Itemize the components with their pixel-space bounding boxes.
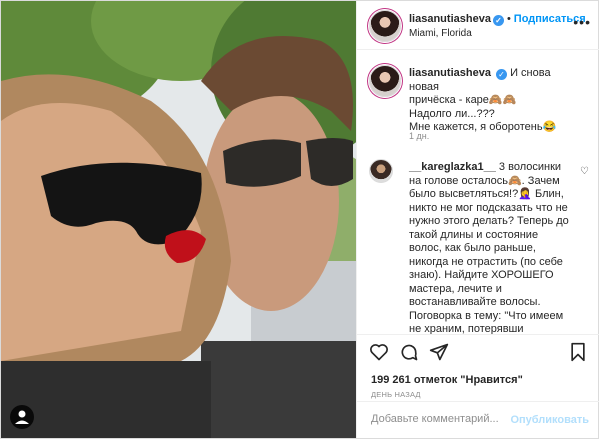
bookmark-icon[interactable] xyxy=(569,342,587,367)
caption-avatar[interactable] xyxy=(369,65,401,97)
comment-like-icon[interactable]: ♡ xyxy=(580,166,589,177)
author-username[interactable]: liasanutiasheva xyxy=(409,13,491,25)
comment-body: 3 волосинки на голове осталось🙈. Зачем б… xyxy=(409,161,569,334)
post-location[interactable]: Miami, Florida xyxy=(409,28,472,39)
comment-icon[interactable] xyxy=(399,342,419,367)
verified-badge-icon: ✓ xyxy=(492,15,504,26)
commenter-username[interactable]: __kareglazka1__ xyxy=(409,161,496,173)
comment-text: __kareglazka1__ 3 волосинки на голове ос… xyxy=(409,161,569,334)
separator: • xyxy=(506,13,511,25)
post-date[interactable]: ДЕНЬ НАЗАД xyxy=(371,390,421,399)
comment-input[interactable] xyxy=(371,413,521,425)
add-comment-section: Опубликовать xyxy=(357,401,599,438)
heart-icon[interactable] xyxy=(369,342,389,367)
user-tag-icon[interactable] xyxy=(10,405,34,429)
instagram-post: liasanutiasheva ✓ • Подписаться Miami, Flor… xyxy=(0,0,599,439)
caption-timestamp[interactable]: 1 дн. xyxy=(409,131,429,141)
post-details-panel: liasanutiasheva ✓ • Подписаться Miami, Flor… xyxy=(356,1,599,438)
post-actions-bar xyxy=(357,334,599,374)
author-avatar[interactable] xyxy=(369,10,401,42)
share-icon[interactable] xyxy=(429,342,449,367)
caption-line-2: причёска - каре🙈🙈 xyxy=(409,94,517,106)
header-user-row: liasanutiasheva ✓ • Подписаться xyxy=(409,13,586,26)
caption-username[interactable]: liasanutiasheva xyxy=(409,67,491,79)
more-options-icon[interactable]: ••• xyxy=(573,14,591,30)
caption-text: liasanutiasheva ✓ И снова новая причёска… xyxy=(409,67,581,135)
post-header: liasanutiasheva ✓ • Подписаться Miami, Flor… xyxy=(357,1,599,50)
verified-badge-icon: ✓ xyxy=(496,69,507,80)
caption-line-3: Надолго ли...??? xyxy=(409,107,495,120)
selfie-illustration xyxy=(1,1,356,438)
comments-area[interactable]: liasanutiasheva ✓ И снова новая причёска… xyxy=(357,51,599,334)
likes-count[interactable]: 199 261 отметок "Нравится" xyxy=(371,374,523,386)
post-photo[interactable] xyxy=(1,1,356,438)
publish-button[interactable]: Опубликовать xyxy=(510,414,589,426)
caption-line-4: Мне кажется, я оборотень😂 xyxy=(409,121,557,133)
commenter-avatar[interactable] xyxy=(369,159,393,183)
